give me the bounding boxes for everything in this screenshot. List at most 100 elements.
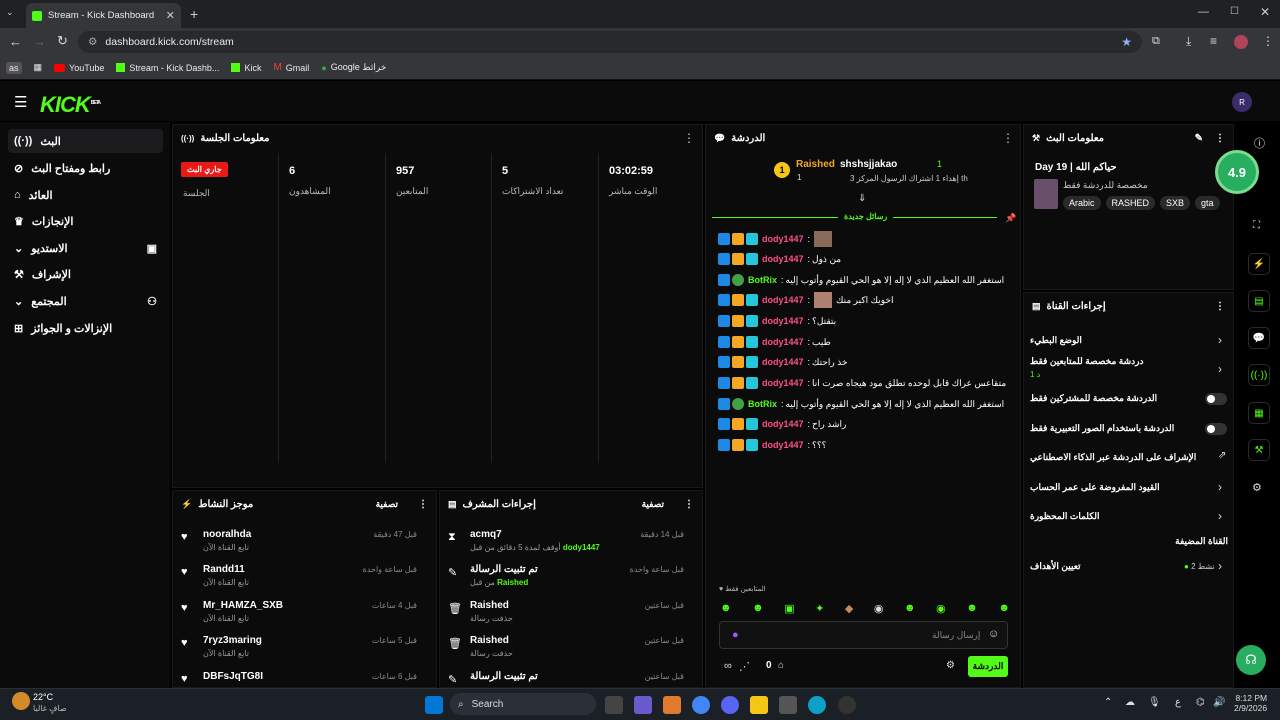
clock[interactable]: 8:12 PM 2/9/2026 (1234, 693, 1267, 713)
chevron-right-icon[interactable]: › (1218, 509, 1222, 523)
chat-message[interactable]: dody1447: اخويك اكبر منك (718, 291, 1018, 309)
info-icon[interactable]: ⓘ (1254, 135, 1265, 151)
tag[interactable]: Arabic (1063, 196, 1101, 210)
followers-only-row[interactable]: دردشة مخصصة للمتابعين فقط (1030, 354, 1230, 368)
chat-message[interactable]: dody1447: (718, 230, 1018, 248)
windows-start-icon[interactable] (425, 696, 443, 714)
chrome-icon[interactable] (692, 696, 710, 714)
banned-words-row[interactable]: الكلمات المحظورة (1030, 506, 1230, 526)
maximize-icon[interactable]: ☐ (1230, 6, 1239, 17)
edit-pencil-icon[interactable]: ✎ (1195, 133, 1203, 144)
tag[interactable]: RASHED (1105, 196, 1156, 210)
bookmark-youtube[interactable]: YouTube (54, 63, 104, 73)
cloud-icon[interactable]: ☁ (1125, 697, 1135, 708)
tab-list-icon[interactable]: ⌄ (6, 7, 20, 21)
menu-icon[interactable]: ⋮ (1262, 34, 1274, 48)
sidebar-item-achievements[interactable]: ♛ الإنجازات (8, 209, 163, 233)
extensions-icon[interactable]: ⧉ (1152, 35, 1160, 48)
chat-message[interactable]: dody1447: خذ راحتك (718, 353, 1018, 371)
lightning-icon[interactable]: ⚡ (1248, 253, 1270, 275)
emote-only-toggle[interactable] (1205, 423, 1227, 435)
minimize-icon[interactable]: — (1198, 6, 1209, 18)
bookmark-kick-dashboard[interactable]: Stream - Kick Dashb... (116, 63, 219, 73)
emoji-icon[interactable]: ☺ (988, 628, 999, 640)
sidebar-item-stream-key[interactable]: ⊘ رابط ومفتاح البث (8, 156, 163, 180)
fullscreen-icon[interactable]: ⛶ (1253, 220, 1260, 231)
more-options-icon[interactable]: ⋮ (1215, 301, 1225, 312)
emote-icon[interactable]: ☻ (998, 602, 1010, 614)
copilot-icon[interactable] (634, 696, 652, 714)
collapse-icon[interactable]: ⇓ (858, 193, 866, 204)
edge-icon[interactable] (808, 696, 826, 714)
chat-input[interactable]: ● إرسال رسالة ☺ (719, 621, 1008, 649)
app-icon[interactable] (838, 696, 856, 714)
broadcast-icon[interactable]: ((·)) (1248, 364, 1270, 386)
bookmark-gmail[interactable]: M Gmail (273, 62, 309, 73)
media-icon[interactable]: ≡ (1210, 34, 1217, 48)
sidebar-item-revenue[interactable]: ⌂ العائد (8, 183, 163, 207)
host-channel-row[interactable]: القناة المضيفة (1028, 531, 1228, 551)
chat-message[interactable]: dody1447: طيب (718, 333, 1018, 351)
sidebar-item-community[interactable]: ⌄ المجتمع ⚇ (8, 289, 163, 313)
pinned-user-name[interactable]: shshsjjakao (840, 159, 897, 170)
more-options-icon[interactable]: ⋮ (1002, 131, 1014, 145)
support-headset-icon[interactable]: ☊ (1236, 645, 1266, 675)
download-icon[interactable]: ⤓ (1186, 34, 1191, 49)
close-tab-icon[interactable]: ✕ (166, 9, 175, 22)
bookmark-kick[interactable]: Kick (231, 63, 261, 73)
infinity-icon[interactable]: ∞ (724, 660, 732, 672)
chevron-right-icon[interactable]: › (1218, 480, 1222, 494)
bank-icon[interactable]: ⌂ (778, 660, 784, 671)
stream-category[interactable]: مخصصة للدردشة فقط (1063, 180, 1148, 191)
emote-icon[interactable]: ◉ (874, 602, 884, 615)
chevron-right-icon[interactable]: › (1218, 333, 1222, 347)
top-gifter-name[interactable]: Raished (796, 159, 835, 170)
info-card-icon[interactable]: ▦ (1248, 402, 1270, 424)
clipboard-icon[interactable]: ▤ (1248, 290, 1270, 312)
share-icon[interactable]: ⋰ (739, 660, 750, 673)
emote-icon[interactable]: ▣ (784, 602, 794, 615)
emote-icon[interactable]: ✦ (815, 602, 824, 615)
chat-bubble-icon[interactable]: 💬 (1248, 327, 1270, 349)
emote-icon[interactable]: ☻ (904, 602, 916, 614)
chevron-right-icon[interactable]: › (1218, 362, 1222, 376)
bookmark-star-icon[interactable]: ★ (1121, 35, 1132, 49)
chat-message[interactable]: BotRix: استغفر الله العظيم الذي لا إله إل… (718, 395, 1018, 413)
more-options-icon[interactable]: ⋮ (684, 499, 694, 510)
tag[interactable]: gta (1195, 196, 1220, 210)
chevron-up-icon[interactable]: ⌃ (1104, 697, 1112, 708)
new-tab-icon[interactable]: + (190, 6, 198, 22)
forward-icon[interactable]: → (33, 34, 46, 49)
sidebar-item-stream[interactable]: ((·)) البث (8, 129, 163, 153)
user-avatar[interactable]: R (1232, 92, 1252, 112)
browser-tab[interactable]: Stream - Kick Dashboard ✕ (26, 3, 181, 28)
more-options-icon[interactable]: ⋮ (683, 131, 695, 145)
more-options-icon[interactable]: ⋮ (1215, 133, 1225, 144)
filter-button[interactable]: تصفية (376, 499, 398, 510)
sidebar-item-moderation[interactable]: ⚒ الإشراف (8, 262, 163, 286)
emote-icon[interactable]: ☻ (752, 602, 764, 614)
subscribers-only-toggle[interactable] (1205, 393, 1227, 405)
chat-message[interactable]: dody1447: راشد راح (718, 415, 1018, 433)
file-explorer-icon[interactable] (750, 696, 768, 714)
wifi-icon[interactable]: ⌬ (1196, 697, 1205, 708)
emote-icon[interactable]: ☻ (966, 602, 978, 614)
chat-message[interactable]: dody1447: بتقتل؟ (718, 312, 1018, 330)
chat-message[interactable]: BotRix: استغفر الله العظيم الذي لا إله إل… (718, 271, 1018, 289)
more-options-icon[interactable]: ⋮ (418, 499, 428, 510)
emote-icon[interactable]: ☻ (720, 602, 732, 614)
back-icon[interactable]: ← (9, 34, 22, 49)
address-bar[interactable]: ⚙ dashboard.kick.com/stream ★ (78, 31, 1142, 53)
slow-mode-row[interactable]: الوضع البطيء (1030, 330, 1230, 350)
apps-grid-icon[interactable]: ▦ (34, 62, 43, 73)
tag[interactable]: SXB (1160, 196, 1191, 210)
ai-moderation-row[interactable]: الإشراف على الدردشة عبر الذكاء الاصطناعي (1030, 447, 1230, 467)
reload-icon[interactable]: ↻ (57, 33, 68, 49)
taskbar-search[interactable]: ⌕ Search (450, 693, 596, 715)
chat-message[interactable]: dody1447: من ذول (718, 250, 1018, 268)
account-age-row[interactable]: القيود المفروضة على عمر الحساب (1030, 477, 1230, 497)
pin-icon[interactable]: 📌 (1005, 213, 1016, 224)
app-icon[interactable] (663, 696, 681, 714)
store-icon[interactable] (779, 696, 797, 714)
chevron-right-icon[interactable]: › (1218, 559, 1222, 573)
